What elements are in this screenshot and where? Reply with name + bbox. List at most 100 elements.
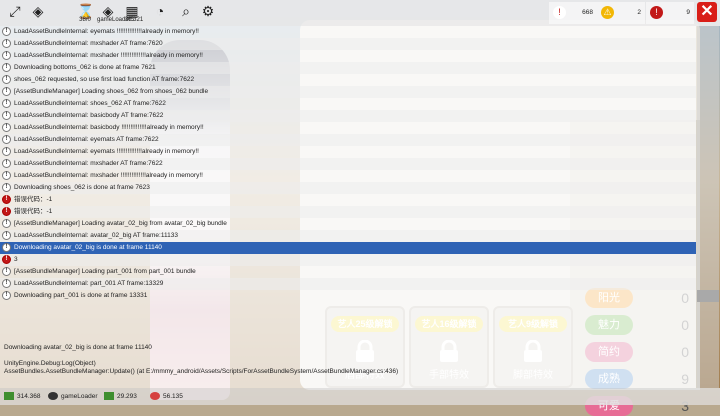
- log-icon: !: [2, 87, 11, 96]
- log-icon: !: [2, 63, 11, 72]
- log-icon: !: [2, 267, 11, 276]
- status-item-text: gameLoader: [61, 393, 98, 400]
- log-icon: !: [2, 183, 11, 192]
- settings-info-icon: ⚙: [201, 3, 215, 19]
- status-item-unity-logo: gameLoader: [48, 388, 98, 405]
- console-log-row[interactable]: ! 错误代码：-1: [0, 194, 696, 206]
- toolbar-button-caption: gameLoader5: [97, 17, 135, 23]
- console-log-row[interactable]: ! Downloading bottoms_062 is done at fram…: [0, 62, 696, 74]
- counter-value: 9: [686, 9, 690, 16]
- counter-warning[interactable]: ⚠ 2: [597, 2, 645, 24]
- log-icon: !: [2, 231, 11, 240]
- counter-value: 668: [582, 9, 593, 16]
- speedometer-icon: ◔: [155, 3, 165, 19]
- log-icon: !: [553, 6, 566, 19]
- toolbar-button-ram[interactable]: ▦ 36.321: [121, 0, 147, 26]
- console-log-text: LoadAssetBundleInternal: eyemats !!!!!!!…: [14, 148, 199, 155]
- log-icon: !: [2, 291, 11, 300]
- console-log-row[interactable]: ! LoadAssetBundleInternal: basicbody !!!!…: [0, 122, 696, 134]
- warning-icon: ⚠: [601, 6, 614, 19]
- toolbar-button-settings-info[interactable]: ⚙: [197, 0, 219, 26]
- status-item-speedometer: 56.135: [150, 388, 183, 405]
- error-icon: !: [650, 6, 663, 19]
- ram-icon: [104, 392, 114, 401]
- console-log-row[interactable]: ! shoes_062 requested, so use first load …: [0, 74, 696, 86]
- console-scrollbar[interactable]: [697, 26, 719, 388]
- toolbar-button-hourglass[interactable]: ⌛ 38/0: [75, 0, 95, 26]
- console-log-text: LoadAssetBundleInternal: basicbody AT fr…: [14, 112, 164, 119]
- toolbar-button-unity-logo[interactable]: ◈ gameLoader5: [97, 0, 135, 26]
- speedometer-icon: [150, 392, 160, 401]
- console-log-row[interactable]: ! LoadAssetBundleInternal: mxshader !!!!!…: [0, 170, 696, 182]
- console-log-text: [AssetBundleManager] Loading part_001 fr…: [14, 268, 196, 275]
- toolbar-button-magnifier[interactable]: ⌕: [175, 0, 195, 26]
- status-item-text: 56.135: [163, 393, 183, 400]
- console-log-text: 3: [14, 256, 18, 263]
- toolbar-button-fullscreen[interactable]: ⤢: [4, 0, 24, 26]
- magnifier-icon: ⌕: [182, 3, 190, 19]
- console-log-text: LoadAssetBundleInternal: basicbody !!!!!…: [14, 124, 204, 131]
- log-icon: !: [2, 111, 11, 120]
- console-log-text: [AssetBundleManager] Loading shoes_062 f…: [14, 88, 209, 95]
- toolbar-button-speedometer[interactable]: ◔: [149, 0, 169, 26]
- console-log-row[interactable]: ! [AssetBundleManager] Loading shoes_062 …: [0, 86, 696, 98]
- console-log-text: LoadAssetBundleInternal: mxshader !!!!!!…: [14, 52, 203, 59]
- console-log-row[interactable]: ! 3: [0, 254, 696, 266]
- fullscreen-icon: ⤢: [9, 3, 21, 19]
- console-log-row[interactable]: ! LoadAssetBundleInternal: eyemats AT fra…: [0, 134, 696, 146]
- log-icon: !: [2, 147, 11, 156]
- console-log-text: Downloading avatar_02_big is done at fra…: [14, 244, 162, 251]
- log-icon: !: [2, 171, 11, 180]
- console-log-row[interactable]: ! LoadAssetBundleInternal: basicbody AT f…: [0, 110, 696, 122]
- console-log-row[interactable]: ! LoadAssetBundleInternal: mxshader !!!!!…: [0, 50, 696, 62]
- console-log-text: [AssetBundleManager] Loading avatar_02_b…: [14, 220, 227, 227]
- console-log-row[interactable]: ! 错误代码：-1: [0, 206, 696, 218]
- console-log-text: LoadAssetBundleInternal: shoes_062 AT fr…: [14, 100, 166, 107]
- error-icon: !: [2, 207, 11, 216]
- log-icon: !: [2, 243, 11, 252]
- console-log-text: shoes_062 requested, so use first load f…: [14, 76, 195, 83]
- console-log-row[interactable]: ! [AssetBundleManager] Loading part_001 f…: [0, 266, 696, 278]
- error-icon: !: [2, 195, 11, 204]
- log-icon: !: [2, 51, 11, 60]
- log-icon: !: [2, 39, 11, 48]
- console-log-row[interactable]: ! LoadAssetBundleInternal: avatar_02_big …: [0, 230, 696, 242]
- stacktrace-detail: Downloading avatar_02_big is done at fra…: [4, 344, 399, 375]
- ram-icon: [4, 392, 14, 401]
- scrollbar-thumb[interactable]: [697, 290, 719, 302]
- counter-log[interactable]: ! 668: [549, 2, 597, 24]
- console-log-row[interactable]: ! LoadAssetBundleInternal: shoes_062 AT f…: [0, 98, 696, 110]
- unity-logo-icon: ◈: [32, 3, 44, 19]
- log-icon: !: [2, 219, 11, 228]
- status-item-text: 29.293: [117, 393, 137, 400]
- console-log-row[interactable]: ! Downloading avatar_02_big is done at fr…: [0, 242, 696, 254]
- console-log-row[interactable]: ! LoadAssetBundleInternal: mxshader AT fr…: [0, 158, 696, 170]
- console-log-text: 错误代码：-1: [14, 196, 53, 203]
- log-icon: !: [2, 75, 11, 84]
- console-log-row[interactable]: ! Downloading shoes_062 is done at frame …: [0, 182, 696, 194]
- console-log-row[interactable]: ! LoadAssetBundleInternal: mxshader AT fr…: [0, 38, 696, 50]
- console-log-row[interactable]: ! LoadAssetBundleInternal: part_001 AT fr…: [0, 278, 696, 290]
- console-log-row[interactable]: ! LoadAssetBundleInternal: eyemats !!!!!!…: [0, 26, 696, 38]
- console-log-text: LoadAssetBundleInternal: mxshader AT fra…: [14, 160, 163, 167]
- console-log-row[interactable]: ! LoadAssetBundleInternal: eyemats !!!!!!…: [0, 146, 696, 158]
- console-log-text: LoadAssetBundleInternal: avatar_02_big A…: [14, 232, 178, 239]
- console-log-text: Downloading shoes_062 is done at frame 7…: [14, 184, 150, 191]
- console-log-row[interactable]: ! Downloading part_001 is done at frame 1…: [0, 290, 696, 302]
- debug-toolbar: ⤢ ◈ ⌛ 38/0 ◈ gameLoader5 ▦ 36.321 ◔ ⌕ ⚙ ! 668 ⚠ 2! 9: [0, 0, 720, 26]
- toolbar-button-unity-logo[interactable]: ◈: [27, 0, 71, 26]
- console-log-text: LoadAssetBundleInternal: mxshader !!!!!!…: [14, 172, 203, 179]
- toolbar-button-caption: 38/0: [79, 17, 91, 23]
- error-icon: !: [2, 255, 11, 264]
- toolbar-button-caption: 36.321: [124, 17, 144, 23]
- log-icon: !: [2, 27, 11, 36]
- console-log-row[interactable]: ! [AssetBundleManager] Loading avatar_02_…: [0, 218, 696, 230]
- status-item-text: 314.368: [17, 393, 41, 400]
- log-icon: !: [2, 159, 11, 168]
- log-icon: !: [2, 279, 11, 288]
- counter-error[interactable]: ! 9: [646, 2, 694, 24]
- console-log-text: 错误代码：-1: [14, 208, 53, 215]
- console-log-text: LoadAssetBundleInternal: part_001 AT fra…: [14, 280, 164, 287]
- close-button[interactable]: ✕: [697, 2, 717, 22]
- counter-value: 2: [637, 9, 641, 16]
